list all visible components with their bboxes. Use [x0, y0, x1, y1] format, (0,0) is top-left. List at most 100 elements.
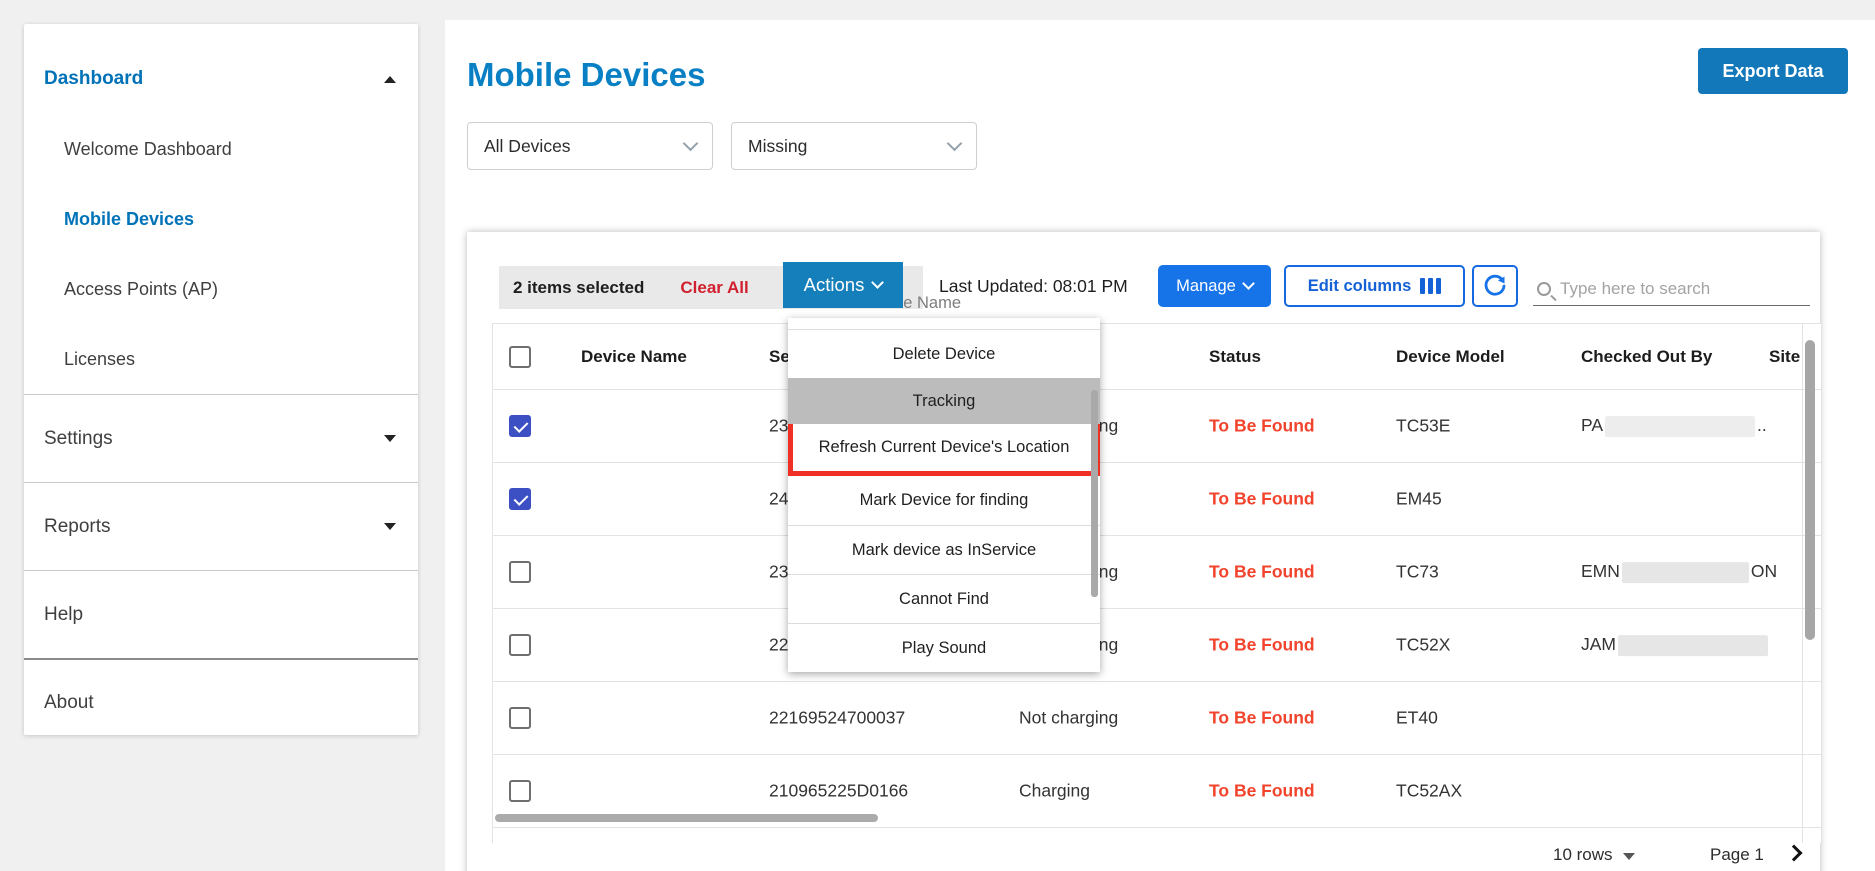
manage-button-label: Manage: [1176, 277, 1236, 296]
cell-device-model: TC73: [1396, 562, 1439, 583]
menu-item-play-sound[interactable]: Play Sound: [788, 623, 1100, 672]
chevron-up-icon: [384, 76, 396, 83]
select-all-checkbox[interactable]: [509, 346, 531, 368]
row-checkbox[interactable]: [509, 707, 531, 729]
next-page-button[interactable]: [1786, 845, 1803, 862]
table-row: 22169524700037 Not charging To Be Found …: [493, 682, 1821, 755]
cell-serial: 24: [769, 489, 788, 510]
redacted-text-block: [1622, 562, 1749, 583]
clear-all-button[interactable]: Clear All: [680, 278, 748, 298]
sidebar-item-about[interactable]: About: [24, 658, 418, 735]
menu-scrollbar[interactable]: [1091, 390, 1098, 597]
sidebar-item-label: Welcome Dashboard: [64, 139, 232, 160]
cell-device-model: TC52X: [1396, 635, 1450, 656]
cell-device-model: EM45: [1396, 489, 1442, 510]
status-filter-value: Missing: [748, 136, 807, 157]
chevron-down-icon: [1242, 277, 1255, 290]
row-checkbox[interactable]: [509, 561, 531, 583]
row-checkbox[interactable]: [509, 634, 531, 656]
cell-status: To Be Found: [1209, 416, 1315, 437]
cell-serial: 22: [769, 635, 788, 656]
sidebar-item-label: Mobile Devices: [64, 209, 194, 230]
table-row: 22 Not charging To Be Found TC52X JAM: [493, 609, 1821, 682]
table-row: 24 Charging To Be Found EM45: [493, 463, 1821, 536]
search-input[interactable]: [1560, 279, 1790, 299]
table-row: 23 Not charging To Be Found TC53E PA..: [493, 390, 1821, 463]
sidebar-item-label: About: [44, 692, 94, 714]
cell-checked-out-by: EMNON: [1581, 561, 1777, 583]
chevron-down-icon: [683, 135, 699, 151]
sidebar: Dashboard Welcome Dashboard Mobile Devic…: [24, 24, 418, 735]
chevron-down-icon: [1623, 853, 1635, 860]
export-data-button[interactable]: Export Data: [1698, 48, 1848, 94]
edit-columns-label: Edit columns: [1308, 277, 1412, 296]
cell-status: To Be Found: [1209, 708, 1315, 729]
redacted-text-block: [1618, 635, 1768, 656]
refresh-icon: [1483, 274, 1507, 298]
cell-device-model: ET40: [1396, 708, 1438, 729]
selected-count-label: 2 items selected: [513, 278, 644, 298]
manage-button[interactable]: Manage: [1158, 265, 1271, 307]
row-checkbox[interactable]: [509, 780, 531, 802]
menu-item-refresh-current-device-location[interactable]: Refresh Current Device's Location: [788, 424, 1100, 476]
header-checked-out-by[interactable]: Checked Out By: [1581, 347, 1712, 367]
chevron-down-icon: [384, 435, 396, 442]
main-panel: Mobile Devices Export Data All Devices M…: [445, 20, 1875, 871]
sidebar-item-settings[interactable]: Settings: [24, 394, 418, 482]
table-header-row: Device Name Serial Number Status Device …: [493, 324, 1821, 390]
sidebar-item-help[interactable]: Help: [24, 570, 418, 658]
sidebar-item-welcome-dashboard[interactable]: Welcome Dashboard: [24, 114, 418, 184]
rows-per-page-label: 10 rows: [1553, 845, 1613, 865]
chevron-down-icon: [871, 276, 884, 289]
menu-item-mark-device-for-finding[interactable]: Mark Device for finding: [788, 476, 1100, 525]
refresh-button[interactable]: [1472, 265, 1518, 307]
cell-device-model: TC52AX: [1396, 781, 1462, 802]
header-site[interactable]: Site: [1769, 347, 1800, 367]
menu-item-cannot-find[interactable]: Cannot Find: [788, 574, 1100, 623]
table-row: 23 Not charging To Be Found TC73 EMNON: [493, 536, 1821, 609]
menu-group-tracking: Tracking: [788, 378, 1100, 424]
cell-charging: Charging: [1019, 781, 1090, 802]
row-checkbox[interactable]: [509, 488, 531, 510]
device-filter-dropdown[interactable]: All Devices: [467, 122, 713, 170]
redacted-text-block: [1605, 416, 1755, 437]
edit-columns-button[interactable]: Edit columns: [1284, 265, 1465, 307]
table-scrollbar-track: [1802, 324, 1803, 843]
cell-serial: 23: [769, 416, 788, 437]
header-status[interactable]: Status: [1209, 347, 1261, 367]
sidebar-item-mobile-devices[interactable]: Mobile Devices: [24, 184, 418, 254]
search-icon: [1537, 282, 1551, 296]
sidebar-item-licenses[interactable]: Licenses: [24, 324, 418, 394]
status-filter-dropdown[interactable]: Missing: [731, 122, 977, 170]
devices-table: Device Name Serial Number Status Device …: [492, 323, 1822, 843]
cell-charging: Not charging: [1019, 708, 1118, 729]
cell-status: To Be Found: [1209, 635, 1315, 656]
actions-button-label: Actions: [804, 274, 865, 296]
chevron-down-icon: [947, 135, 963, 151]
cell-serial: 22169524700037: [769, 708, 905, 729]
cell-checked-out-by: PA..: [1581, 415, 1767, 437]
header-device-name[interactable]: Device Name: [581, 347, 687, 367]
cell-status: To Be Found: [1209, 562, 1315, 583]
table-horizontal-scrollbar[interactable]: [495, 814, 878, 822]
cell-status: To Be Found: [1209, 489, 1315, 510]
rows-per-page-dropdown[interactable]: 10 rows: [1553, 845, 1635, 865]
cell-status: To Be Found: [1209, 781, 1315, 802]
header-device-model[interactable]: Device Model: [1396, 347, 1505, 367]
sidebar-item-access-points[interactable]: Access Points (AP): [24, 254, 418, 324]
table-vertical-scrollbar[interactable]: [1805, 340, 1815, 640]
menu-item-mark-device-as-inservice[interactable]: Mark device as InService: [788, 525, 1100, 574]
sidebar-item-label: Help: [44, 604, 83, 626]
sidebar-item-reports[interactable]: Reports: [24, 482, 418, 570]
cell-serial: 23: [769, 562, 788, 583]
sidebar-item-dashboard[interactable]: Dashboard: [24, 44, 418, 114]
sidebar-item-label: Reports: [44, 516, 111, 538]
cell-checked-out-by: JAM: [1581, 634, 1770, 656]
chevron-down-icon: [384, 523, 396, 530]
menu-item-delete-device[interactable]: Delete Device: [788, 329, 1100, 378]
page-number-label: Page 1: [1710, 845, 1764, 865]
actions-button[interactable]: Actions: [783, 262, 903, 308]
last-updated-label: Last Updated: 08:01 PM: [939, 276, 1128, 297]
cell-device-model: TC53E: [1396, 416, 1450, 437]
row-checkbox[interactable]: [509, 415, 531, 437]
